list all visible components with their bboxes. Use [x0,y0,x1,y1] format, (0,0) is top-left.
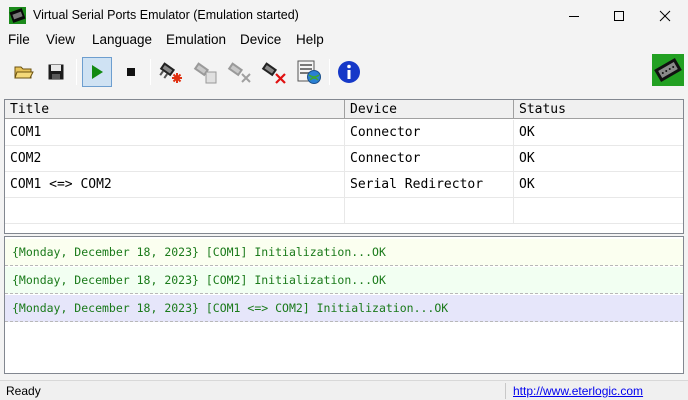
device-logo [652,54,684,86]
add-device-button[interactable] [156,57,186,87]
menu-help[interactable]: Help [296,32,324,47]
maximize-icon [614,10,624,21]
minimize-icon [569,15,579,17]
about-button[interactable] [334,57,364,87]
network-settings-icon [297,60,321,84]
window-title: Virtual Serial Ports Emulator (Emulation… [33,8,299,22]
menu-device[interactable]: Device [240,32,281,47]
toolbar-separator [329,59,330,85]
toolbar-separator [76,59,77,85]
toolbar [0,54,688,92]
cell-status: OK [519,151,535,166]
edit-device-button[interactable] [190,57,220,87]
cell-status: OK [519,125,535,140]
delete-all-icon [261,62,286,84]
stop-emulation-button[interactable] [116,57,146,87]
menu-bar: File View Language Emulation Device Help [0,31,688,51]
delete-all-button[interactable] [258,57,288,87]
start-icon [92,65,103,79]
close-button[interactable] [642,0,688,31]
log-entry: {Monday, December 18, 2023} [COM2] Initi… [5,267,683,294]
edit-device-icon [193,62,217,84]
network-settings-button[interactable] [294,57,324,87]
menu-language[interactable]: Language [92,32,152,47]
column-header-device[interactable]: Device [345,100,514,119]
log-pane[interactable]: {Monday, December 18, 2023} [COM1] Initi… [4,236,684,374]
empty-cell [5,198,345,224]
website-link[interactable]: http://www.eterlogic.com [513,384,643,398]
save-icon [48,64,64,80]
column-header-title[interactable]: Title [5,100,345,119]
save-button[interactable] [41,57,71,87]
open-button[interactable] [9,57,39,87]
open-folder-icon [14,66,34,79]
menu-view[interactable]: View [46,32,75,47]
list-header: Title Device Status [5,100,683,119]
toolbar-separator [150,59,151,85]
cell-status: OK [519,177,535,192]
empty-cell [345,198,514,224]
remove-device-icon [227,62,251,83]
stop-icon [127,68,135,76]
add-device-icon [159,62,182,83]
menu-file[interactable]: File [8,32,30,47]
cell-title: COM1 [5,120,345,146]
minimize-button[interactable] [551,0,597,31]
cell-device: Connector [345,146,514,172]
title-bar: Virtual Serial Ports Emulator (Emulation… [0,0,688,31]
device-list[interactable]: Title Device Status COM1 Connector OK CO… [4,99,684,234]
log-entry: {Monday, December 18, 2023} [COM1] Initi… [5,239,683,266]
status-bar: Ready http://www.eterlogic.com [0,380,688,400]
maximize-button[interactable] [596,0,642,31]
empty-row [5,198,683,224]
app-icon [9,7,26,24]
start-emulation-button[interactable] [82,57,112,87]
cell-title: COM1 <=> COM2 [5,172,345,198]
status-text: Ready [6,384,41,398]
table-row[interactable]: COM1 <=> COM2 Serial Redirector OK [5,172,683,198]
cell-device: Connector [345,120,514,146]
column-header-status[interactable]: Status [514,100,683,119]
info-icon [338,61,360,83]
status-separator [505,383,506,399]
cell-title: COM2 [5,146,345,172]
close-icon [659,10,671,21]
cell-device: Serial Redirector [345,172,514,198]
table-row[interactable]: COM2 Connector OK [5,146,683,172]
remove-device-button[interactable] [224,57,254,87]
log-entry: {Monday, December 18, 2023} [COM1 <=> CO… [5,295,683,322]
table-row[interactable]: COM1 Connector OK [5,120,683,146]
menu-emulation[interactable]: Emulation [166,32,226,47]
device-logo-icon [652,54,684,86]
